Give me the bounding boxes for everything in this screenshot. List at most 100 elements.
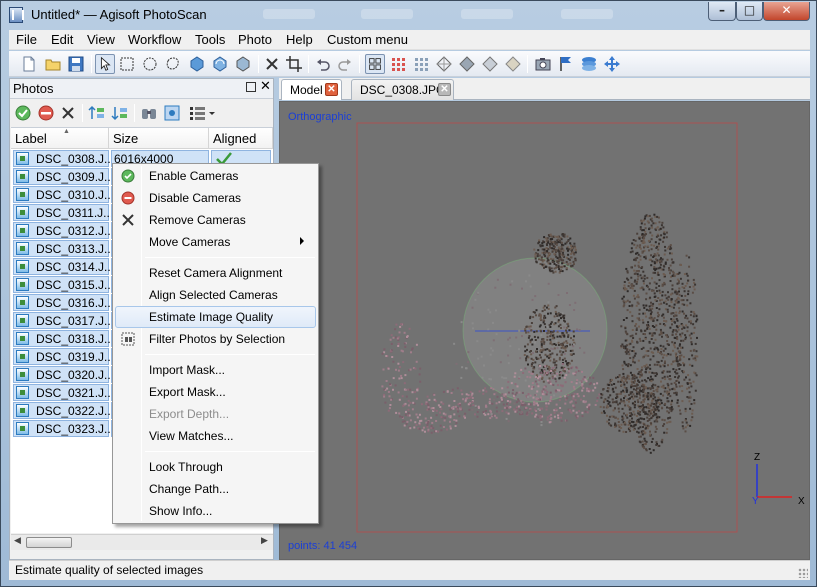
tab-model[interactable]: Model ✕ <box>281 79 342 100</box>
navigation-icon[interactable] <box>602 54 622 74</box>
binoculars-icon[interactable] <box>139 103 159 123</box>
sort-descending-icon[interactable] <box>110 103 130 123</box>
model-viewport[interactable]: Z Y X Orthographic points: 41 454 <box>279 101 810 560</box>
save-icon[interactable] <box>66 54 86 74</box>
label-cell[interactable]: DSC_0323.J... <box>13 420 114 437</box>
show-dense-icon[interactable] <box>411 54 431 74</box>
menu-item-move-cameras[interactable]: Move Cameras <box>115 231 316 253</box>
close-tab-icon[interactable]: ✕ <box>438 83 451 96</box>
column-header-label[interactable]: Label ▲ <box>11 128 109 149</box>
menu-item-change-path[interactable]: Change Path... <box>115 478 316 500</box>
show-shaded-icon[interactable] <box>457 54 477 74</box>
glass-reflection <box>263 9 315 19</box>
label-cell[interactable]: DSC_0314.J... <box>13 258 114 275</box>
photo-label: DSC_0315.J... <box>36 278 115 292</box>
menu-item-align-selected-cameras[interactable]: Align Selected Cameras <box>115 284 316 306</box>
label-cell[interactable]: DSC_0310.J... <box>13 186 114 203</box>
label-cell[interactable]: DSC_0312.J... <box>13 222 114 239</box>
label-cell[interactable]: DSC_0318.J... <box>13 330 114 347</box>
close-window-button[interactable]: ✕ <box>763 2 810 21</box>
enable-cameras-icon[interactable] <box>13 103 33 123</box>
menu-separator <box>145 451 315 452</box>
label-cell[interactable]: DSC_0309.J... <box>13 168 114 185</box>
menu-item-label: Import Mask... <box>149 363 226 377</box>
show-cameras-icon[interactable] <box>365 54 385 74</box>
markers-icon[interactable] <box>556 54 576 74</box>
menu-item-look-through[interactable]: Look Through <box>115 456 316 478</box>
scroll-right-icon[interactable]: ▶ <box>261 536 268 546</box>
menu-tools[interactable]: Tools <box>195 32 225 47</box>
menu-item-filter-photos[interactable]: Filter Photos by Selection <box>115 328 316 350</box>
menu-photo[interactable]: Photo <box>238 32 272 47</box>
label-cell[interactable]: DSC_0319.J... <box>13 348 114 365</box>
menu-help[interactable]: Help <box>286 32 313 47</box>
enable-icon <box>121 169 135 183</box>
menu-item-remove-cameras[interactable]: Remove Cameras <box>115 209 316 231</box>
label-cell[interactable]: DSC_0315.J... <box>13 276 114 293</box>
column-header-size[interactable]: Size <box>109 128 209 149</box>
menu-item-show-info[interactable]: Show Info... <box>115 500 316 522</box>
select-pointer-icon[interactable] <box>95 54 115 74</box>
menu-custom[interactable]: Custom menu <box>327 32 408 47</box>
maximize-button[interactable]: □ <box>736 2 763 21</box>
close-panel-icon[interactable]: ✕ <box>260 79 271 94</box>
menu-edit[interactable]: Edit <box>51 32 73 47</box>
move-region-icon[interactable] <box>233 54 253 74</box>
menu-file[interactable]: File <box>16 32 37 47</box>
label-cell[interactable]: DSC_0317.J... <box>13 312 114 329</box>
remove-cameras-icon[interactable] <box>58 103 78 123</box>
show-solid-icon[interactable] <box>480 54 500 74</box>
free-select-icon[interactable] <box>163 54 183 74</box>
label-cell[interactable]: DSC_0322.J... <box>13 402 114 419</box>
delete-selection-icon[interactable] <box>262 54 282 74</box>
circle-select-icon[interactable] <box>140 54 160 74</box>
photo-thumbnail-icon <box>16 188 29 201</box>
label-cell[interactable]: DSC_0313.J... <box>13 240 114 257</box>
minimize-button[interactable]: – <box>708 2 736 21</box>
menu-item-reset-camera-alignment[interactable]: Reset Camera Alignment <box>115 262 316 284</box>
menu-item-export-mask[interactable]: Export Mask... <box>115 381 316 403</box>
point-cloud-scene: Z Y X <box>356 122 805 533</box>
reset-view-icon[interactable] <box>162 103 182 123</box>
rect-select-icon[interactable] <box>117 54 137 74</box>
menu-view[interactable]: View <box>87 32 115 47</box>
tab-photo[interactable]: DSC_0308.JPG ✕ <box>351 79 454 100</box>
capture-view-icon[interactable] <box>533 54 553 74</box>
disable-cameras-icon[interactable] <box>36 103 56 123</box>
show-mesh-icon[interactable] <box>434 54 454 74</box>
new-icon[interactable] <box>19 54 39 74</box>
menu-workflow[interactable]: Workflow <box>128 32 181 47</box>
rotate-object-icon[interactable] <box>210 54 230 74</box>
scroll-left-icon[interactable]: ◀ <box>14 536 21 546</box>
sort-indicator-icon: ▲ <box>63 128 70 135</box>
show-region-icon[interactable] <box>579 54 599 74</box>
show-textured-icon[interactable] <box>503 54 523 74</box>
label-cell[interactable]: DSC_0308.J... <box>13 150 114 167</box>
view-mode-dropdown-icon[interactable] <box>187 103 217 123</box>
sort-ascending-icon[interactable] <box>87 103 107 123</box>
open-icon[interactable] <box>43 54 63 74</box>
move-object-icon[interactable] <box>187 54 207 74</box>
label-cell[interactable]: DSC_0320.J... <box>13 366 114 383</box>
menu-item-view-matches[interactable]: View Matches... <box>115 425 316 447</box>
menu-item-enable-cameras[interactable]: Enable Cameras <box>115 165 316 187</box>
resize-grip-icon[interactable] <box>798 568 808 578</box>
crop-icon[interactable] <box>284 54 304 74</box>
label-cell[interactable]: DSC_0321.J... <box>13 384 114 401</box>
undo-icon[interactable] <box>313 54 333 74</box>
float-panel-icon[interactable] <box>246 82 256 92</box>
menu-item-estimate-image-quality[interactable]: Estimate Image Quality <box>115 306 316 328</box>
menu-item-label: Enable Cameras <box>149 169 239 183</box>
redo-icon[interactable] <box>335 54 355 74</box>
toolbar-separator <box>359 55 360 73</box>
scrollbar-thumb[interactable] <box>26 537 72 548</box>
label-cell[interactable]: DSC_0311.J... <box>13 204 113 221</box>
label-cell[interactable]: DSC_0316.J... <box>13 294 114 311</box>
show-points-icon[interactable] <box>388 54 408 74</box>
toolbar-separator <box>134 104 135 122</box>
menu-item-import-mask[interactable]: Import Mask... <box>115 359 316 381</box>
horizontal-scrollbar[interactable]: ◀ ▶ <box>11 534 273 550</box>
menu-item-disable-cameras[interactable]: Disable Cameras <box>115 187 316 209</box>
close-tab-icon[interactable]: ✕ <box>325 83 338 96</box>
column-header-aligned[interactable]: Aligned <box>209 128 273 149</box>
